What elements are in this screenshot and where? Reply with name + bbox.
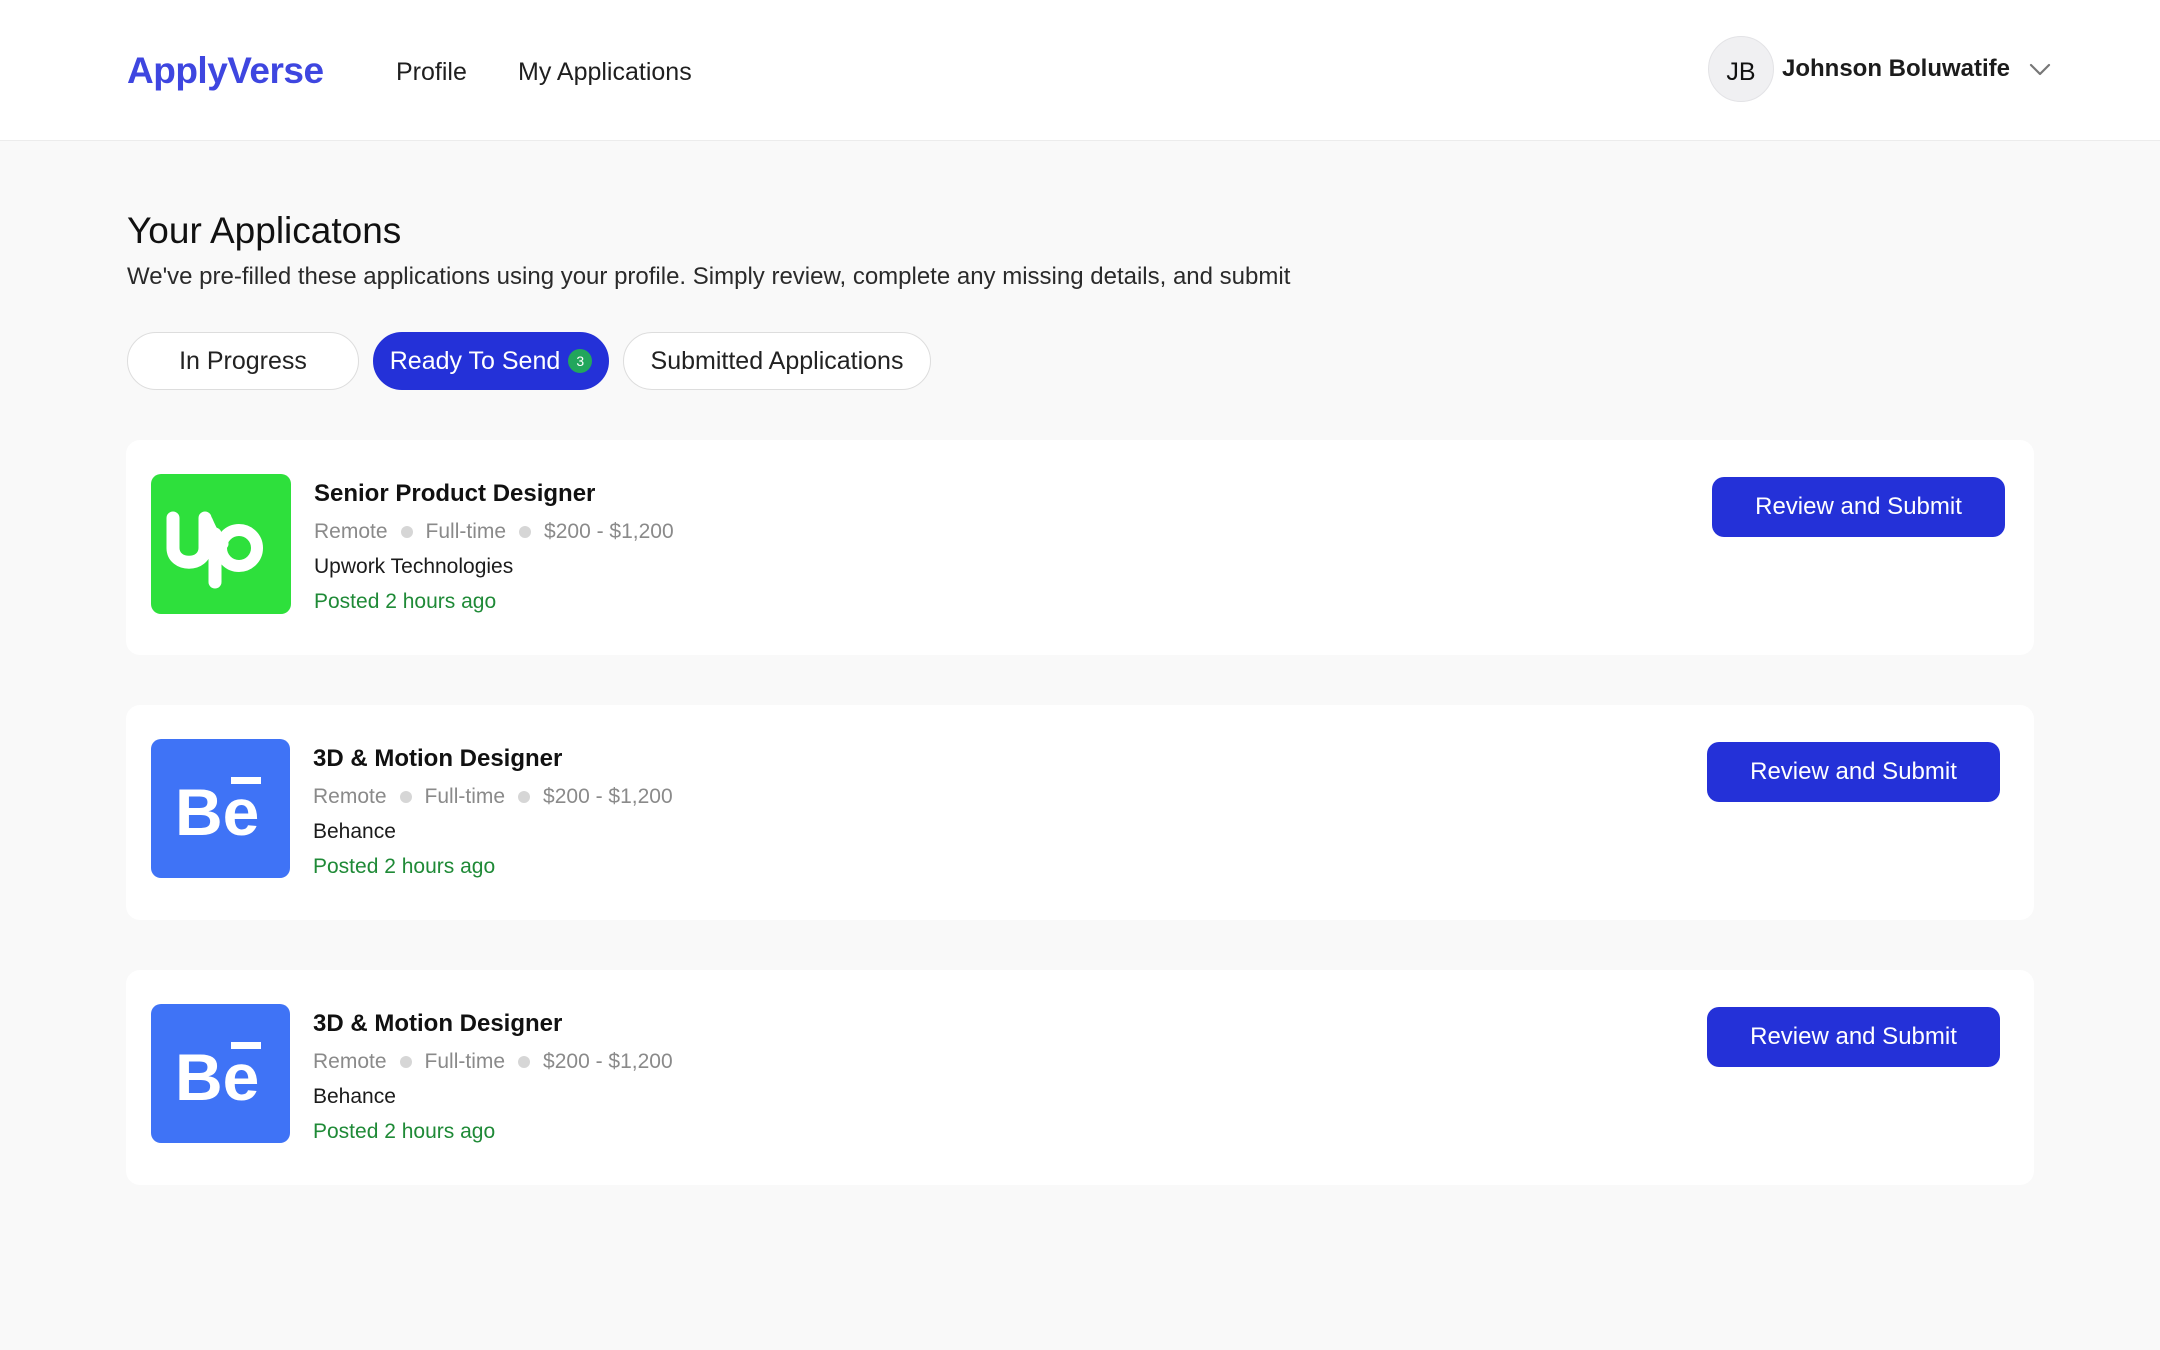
nav-link-my-applications[interactable]: My Applications — [518, 58, 692, 87]
page-title: Your Applicatons — [127, 210, 402, 251]
job-salary: $200 - $1,200 — [544, 520, 674, 543]
application-tabs: In Progress Ready To Send 3 Submitted Ap… — [127, 332, 945, 390]
brand-logo[interactable]: ApplyVerse — [127, 50, 324, 92]
company-name: Upwork Technologies — [314, 555, 514, 578]
count-badge: 3 — [568, 349, 593, 373]
job-meta: Remote Full-time $200 - $1,200 — [313, 785, 673, 809]
tab-in-progress[interactable]: In Progress — [127, 332, 359, 390]
tab-label: In Progress — [179, 346, 307, 375]
job-title[interactable]: 3D & Motion Designer — [313, 745, 562, 773]
separator-dot — [400, 526, 413, 538]
job-type: Full-time — [425, 520, 507, 543]
tab-ready-to-send[interactable]: Ready To Send 3 — [373, 332, 609, 390]
separator-dot — [399, 1056, 412, 1068]
svg-text:Be: Be — [175, 1040, 259, 1114]
posted-time: Posted 2 hours ago — [313, 855, 496, 878]
job-type: Full-time — [424, 785, 506, 808]
upwork-logo-icon — [151, 474, 291, 614]
tab-label: Submitted Applications — [650, 346, 904, 375]
job-type: Full-time — [424, 1050, 506, 1073]
job-card: Senior Product Designer Remote Full-time… — [126, 440, 2034, 655]
job-card: Be 3D & Motion Designer Remote Full-time… — [126, 705, 2034, 920]
tab-submitted-applications[interactable]: Submitted Applications — [623, 332, 931, 390]
review-and-submit-button[interactable]: Review and Submit — [1712, 477, 2005, 537]
review-and-submit-button[interactable]: Review and Submit — [1707, 1007, 2000, 1067]
separator-dot — [518, 1056, 531, 1068]
job-location: Remote — [313, 1050, 387, 1073]
chevron-down-icon[interactable] — [2028, 57, 2052, 81]
job-salary: $200 - $1,200 — [543, 785, 673, 808]
review-and-submit-button[interactable]: Review and Submit — [1707, 742, 2000, 802]
job-card: Be 3D & Motion Designer Remote Full-time… — [126, 970, 2034, 1185]
avatar[interactable]: JB — [1708, 36, 1774, 102]
behance-logo-icon: Be — [151, 1004, 290, 1143]
nav-link-profile[interactable]: Profile — [396, 58, 467, 87]
job-location: Remote — [313, 785, 387, 808]
company-name: Behance — [313, 820, 396, 843]
behance-logo-icon: Be — [151, 739, 290, 878]
user-name: Johnson Boluwatife — [1782, 55, 2010, 82]
posted-time: Posted 2 hours ago — [313, 1120, 496, 1143]
company-name: Behance — [313, 1085, 396, 1108]
job-title[interactable]: 3D & Motion Designer — [313, 1010, 562, 1038]
job-salary: $200 - $1,200 — [543, 1050, 673, 1073]
job-location: Remote — [314, 520, 388, 543]
tab-label: Ready To Send — [389, 346, 561, 375]
job-meta: Remote Full-time $200 - $1,200 — [314, 520, 674, 544]
posted-time: Posted 2 hours ago — [314, 590, 497, 613]
separator-dot — [399, 791, 412, 803]
user-menu[interactable]: JB Johnson Boluwatife — [1708, 36, 2052, 102]
separator-dot — [518, 791, 531, 803]
page-subtitle: We've pre-filled these applications usin… — [127, 263, 1291, 290]
separator-dot — [519, 526, 532, 538]
job-title[interactable]: Senior Product Designer — [314, 480, 595, 508]
svg-text:Be: Be — [175, 775, 259, 849]
top-navbar: ApplyVerse Profile My Applications JB Jo… — [0, 0, 2160, 141]
job-meta: Remote Full-time $200 - $1,200 — [313, 1050, 673, 1074]
